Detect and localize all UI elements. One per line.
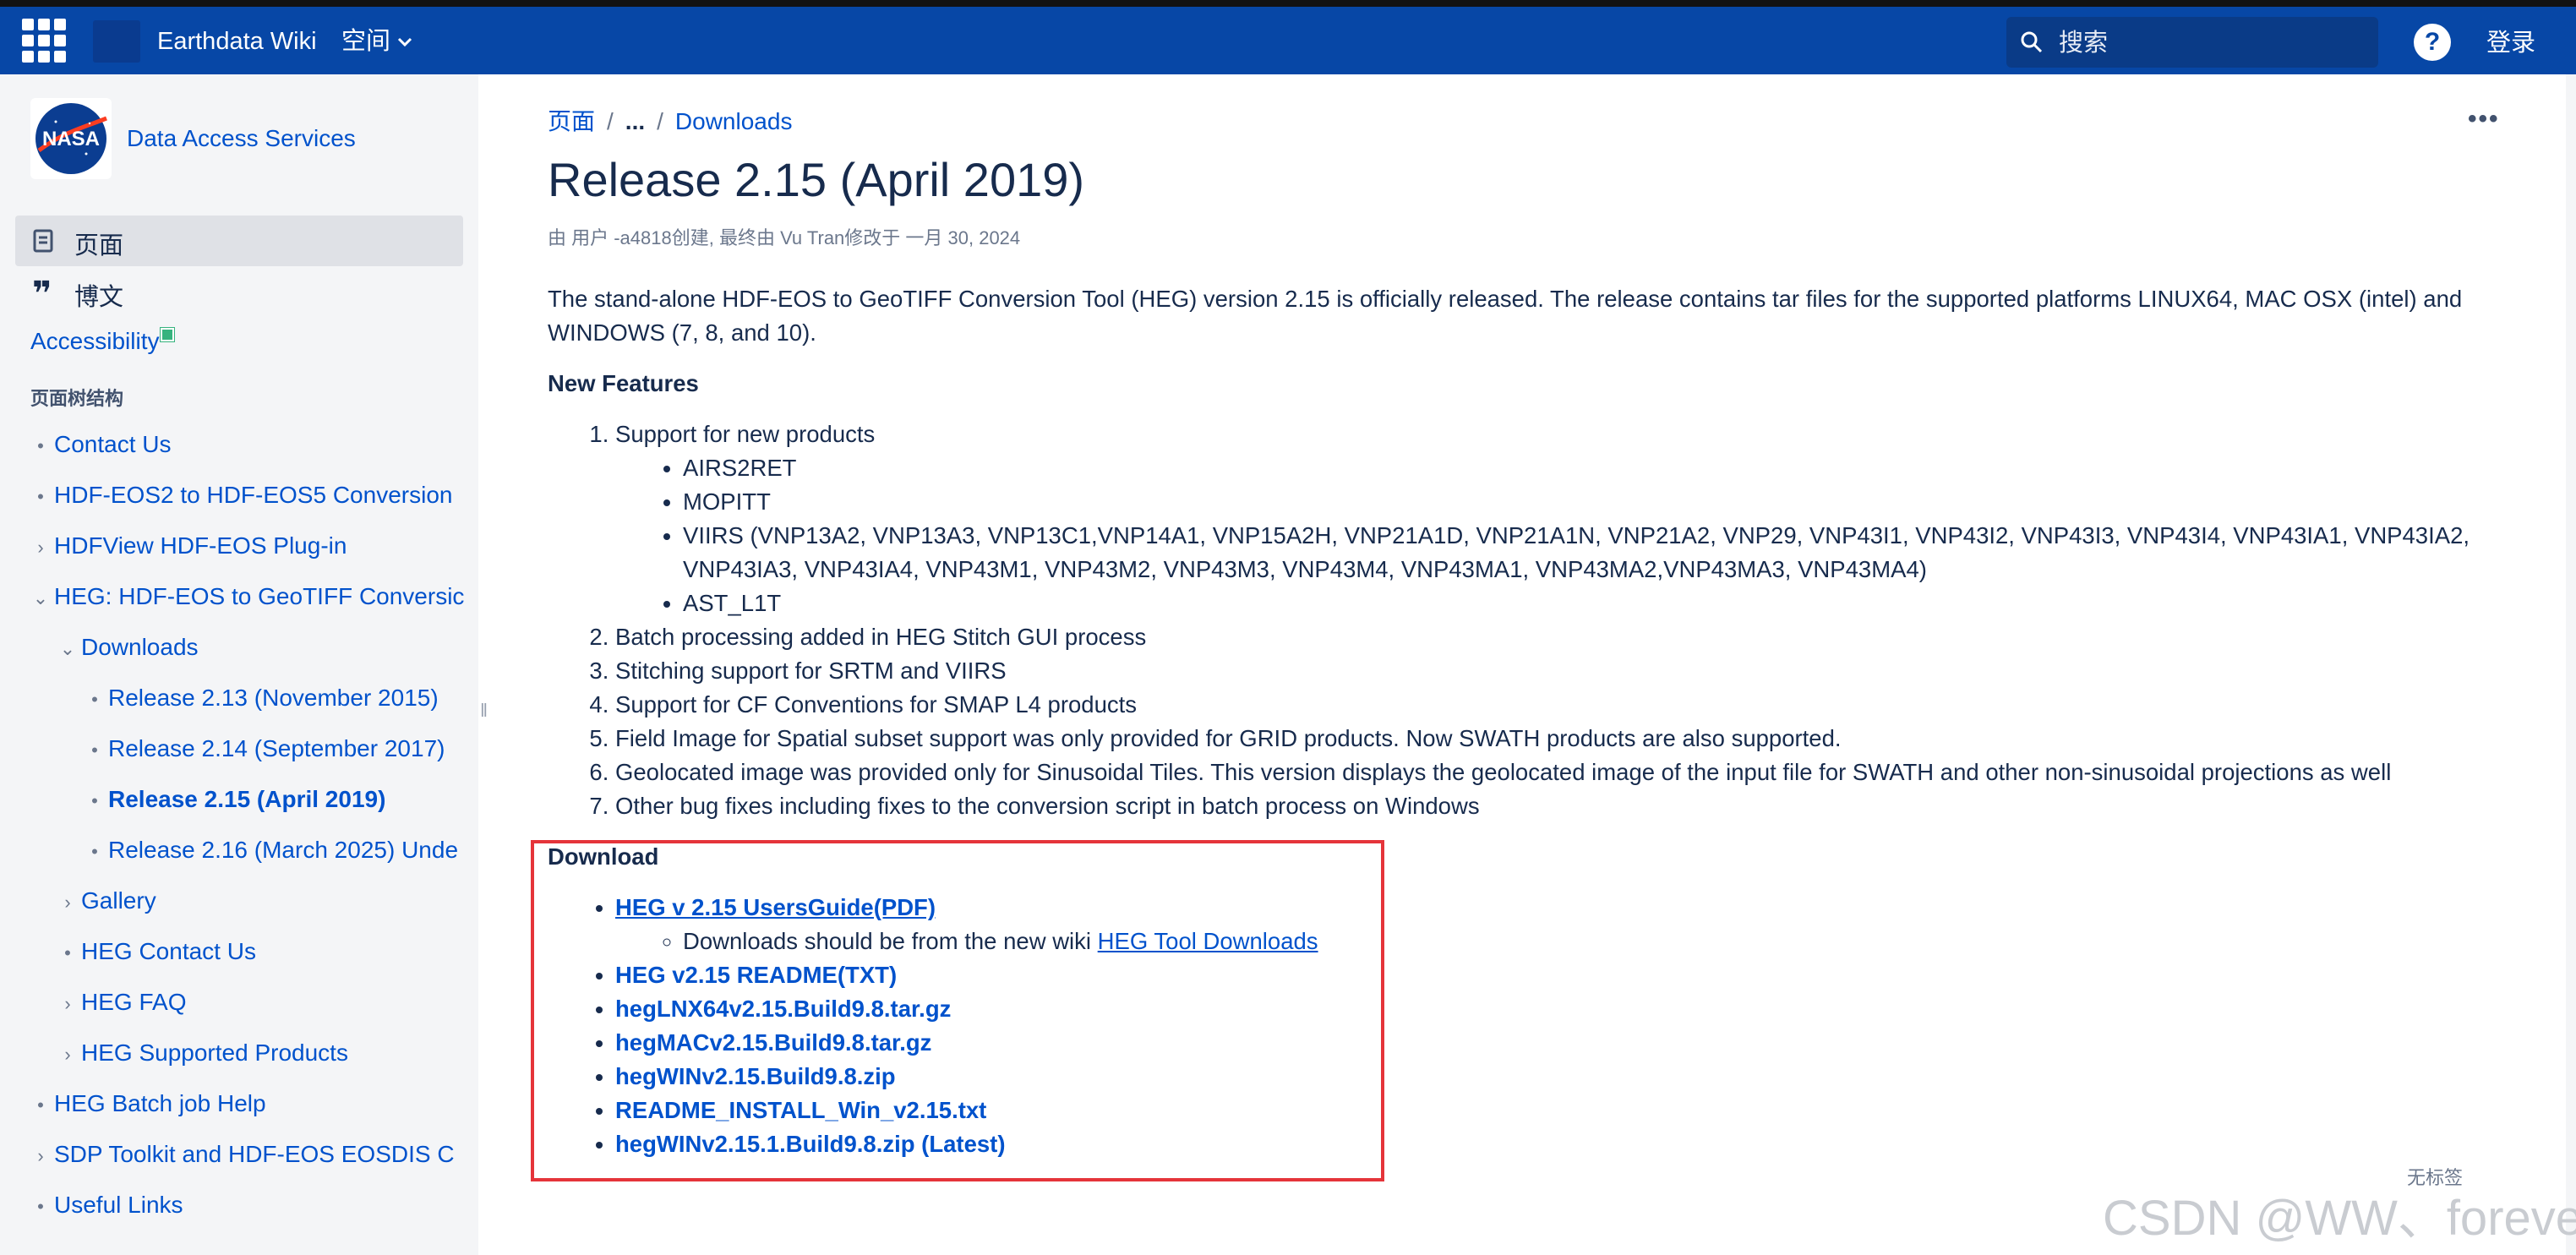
page-byline: 由 用户 -a4818创建, 最终由 Vu Tran修改于 一月 30, 202… <box>548 227 1021 248</box>
tree-item-label: Gallery <box>81 887 156 914</box>
tree-item-label: Useful Links <box>54 1192 183 1218</box>
chevron-right-icon[interactable]: › <box>29 1139 52 1173</box>
tree-item-label: Release 2.15 (April 2019) <box>108 786 386 812</box>
accessibility-label: Accessibility <box>30 328 160 354</box>
bullet-icon: • <box>91 790 98 811</box>
tree-item-label: SDP Toolkit and HDF-EOS EOSDIS C <box>54 1141 455 1167</box>
search-box[interactable] <box>2006 17 2378 68</box>
page-icon <box>33 229 53 253</box>
list-item: Support for CF Conventions for SMAP L4 p… <box>615 688 2508 722</box>
bullet-icon: • <box>91 689 98 710</box>
list-item: MOPITT <box>683 485 2508 519</box>
space-logo[interactable]: NASA <box>30 98 112 179</box>
chevron-right-icon[interactable]: › <box>56 1038 79 1072</box>
accessibility-link[interactable]: Accessibility <box>30 327 176 355</box>
list-item: Geolocated image was provided only for S… <box>615 756 2508 789</box>
svg-text:NASA: NASA <box>42 128 100 150</box>
sidebar-item-label: 博文 <box>74 284 124 311</box>
intro-paragraph: The stand-alone HDF-EOS to GeoTIFF Conve… <box>548 286 2463 346</box>
list-item: Other bug fixes including fixes to the c… <box>615 789 2508 823</box>
breadcrumb-root[interactable]: 页面 <box>548 108 595 134</box>
chevron-down-icon[interactable]: ⌄ <box>29 581 52 615</box>
chevron-right-icon[interactable]: › <box>56 987 79 1021</box>
nasa-logo-icon: NASA <box>35 103 107 174</box>
spaces-label: 空间 <box>341 28 391 55</box>
bullet-icon: • <box>91 739 98 761</box>
bullet-icon: • <box>37 486 44 507</box>
list-item: Stitching support for SRTM and VIIRS <box>615 654 2508 688</box>
bullet-icon: • <box>37 1094 44 1116</box>
page-tree-title: 页面树结构 <box>30 388 124 409</box>
watermark: CSDN @WW、forever <box>2103 1191 2576 1246</box>
breadcrumb-ellipsis[interactable]: ... <box>625 108 645 134</box>
tree-item-label: Release 2.14 (September 2017) <box>108 735 445 761</box>
chevron-down-icon <box>397 38 412 47</box>
breadcrumb-parent[interactable]: Downloads <box>675 108 793 134</box>
tree-item-label: Contact Us <box>54 431 172 457</box>
bullet-icon: • <box>37 1196 44 1217</box>
sidebar-item-label: 页面 <box>74 232 124 259</box>
sidebar-item-blog[interactable]: ❞ 博文 <box>15 267 463 318</box>
app-switcher-icon[interactable] <box>22 19 66 63</box>
page-title: Release 2.15 (April 2019) <box>548 153 1085 206</box>
tree-item-label: HEG FAQ <box>81 989 187 1015</box>
new-features-heading: New Features <box>548 370 699 396</box>
right-edge-strip <box>2566 74 2576 1255</box>
list-item: VIIRS (VNP13A2, VNP13A3, VNP13C1,VNP14A1… <box>683 519 2508 587</box>
search-input[interactable] <box>2057 24 2365 63</box>
tree-item-label: Release 2.16 (March 2025) Unde <box>108 837 459 863</box>
tree-item-label: HEG Contact Us <box>81 938 256 964</box>
list-item: Batch processing added in HEG Stitch GUI… <box>615 620 2508 654</box>
tree-item-label: HDF-EOS2 to HDF-EOS5 Conversion <box>54 482 453 508</box>
feature-text: Support for new products <box>615 421 876 447</box>
external-link-icon <box>160 327 176 342</box>
bullet-icon: • <box>64 942 71 963</box>
chevron-down-icon[interactable]: ⌄ <box>56 632 79 666</box>
bullet-icon: • <box>91 841 98 862</box>
chevron-right-icon[interactable]: › <box>29 531 52 565</box>
login-link[interactable]: 登录 <box>2486 27 2535 59</box>
search-icon <box>2021 31 2043 53</box>
tree-item-label: Downloads <box>81 634 199 660</box>
breadcrumb-separator: / <box>607 108 614 134</box>
tree-item-label: Release 2.13 (November 2015) <box>108 685 439 711</box>
spaces-menu[interactable]: 空间 <box>341 25 412 57</box>
bullet-icon: • <box>37 435 44 456</box>
space-name[interactable]: Data Access Services <box>127 125 356 152</box>
tree-item-label: HDFView HDF-EOS Plug-in <box>54 532 347 559</box>
chevron-right-icon[interactable]: › <box>56 886 79 919</box>
site-name[interactable]: Earthdata Wiki <box>157 25 317 57</box>
list-item: Field Image for Spatial subset support w… <box>615 722 2508 756</box>
new-products-list: AIRS2RET MOPITT VIIRS (VNP13A2, VNP13A3,… <box>615 451 2508 620</box>
more-actions-icon[interactable]: ••• <box>2468 105 2500 134</box>
site-logo[interactable] <box>93 20 140 63</box>
breadcrumb-separator: / <box>657 108 663 134</box>
quote-icon: ❞ <box>32 276 52 313</box>
download-highlight-box <box>531 840 1384 1181</box>
help-icon[interactable]: ? <box>2414 24 2451 61</box>
breadcrumb: 页面 /... / Downloads <box>548 103 792 137</box>
tree-item-label: HEG Supported Products <box>81 1039 348 1066</box>
tree-item-label: HEG Batch job Help <box>54 1090 266 1116</box>
list-item: Support for new products AIRS2RET MOPITT… <box>615 417 2508 620</box>
sidebar-resize-handle[interactable]: ‖ <box>480 700 490 727</box>
list-item: AIRS2RET <box>683 451 2508 485</box>
top-navigation-bar: Earthdata Wiki 空间 ? 登录 <box>0 0 2576 74</box>
features-list: Support for new products AIRS2RET MOPITT… <box>548 417 2508 823</box>
list-item: AST_L1T <box>683 587 2508 620</box>
tree-item-label: HEG: HDF-EOS to GeoTIFF Conversic <box>54 583 465 609</box>
main-content: 页面 /... / Downloads ••• Release 2.15 (April… <box>490 74 2569 1255</box>
sidebar: NASA Data Access Services 页面 ❞ 博文 Access… <box>0 74 478 1255</box>
sidebar-item-pages[interactable]: 页面 <box>15 216 463 266</box>
